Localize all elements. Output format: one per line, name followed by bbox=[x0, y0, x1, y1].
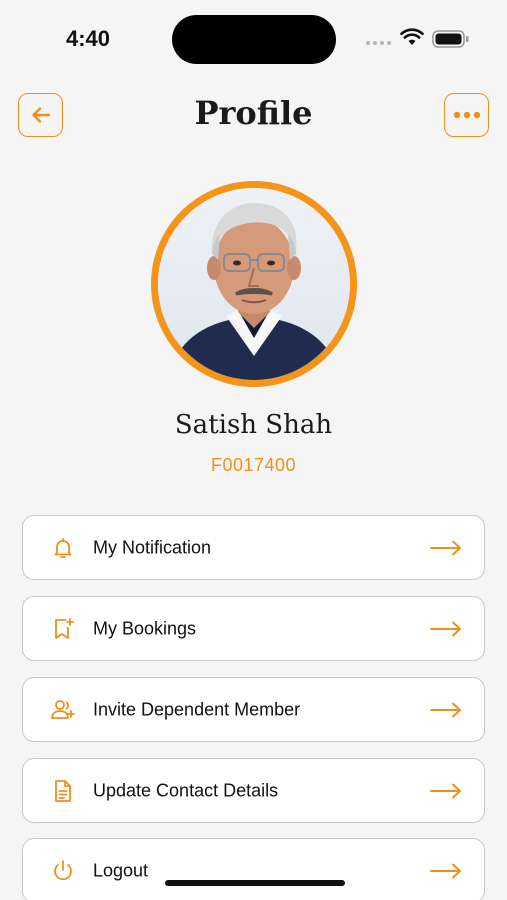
arrow-right-icon bbox=[430, 863, 461, 878]
arrow-right-icon bbox=[430, 783, 461, 798]
profile-photo bbox=[158, 188, 350, 380]
user-add-icon bbox=[50, 697, 76, 723]
arrow-right-icon bbox=[430, 621, 461, 636]
dynamic-island bbox=[172, 15, 336, 64]
arrow-right-icon bbox=[430, 702, 461, 717]
status-time: 4:40 bbox=[66, 26, 111, 51]
power-icon bbox=[50, 858, 76, 884]
menu-item-update-contact-details[interactable]: Update Contact Details bbox=[22, 758, 485, 823]
bell-icon bbox=[50, 535, 76, 561]
menu-item-my-notification[interactable]: My Notification bbox=[22, 515, 485, 580]
menu-item-label: Update Contact Details bbox=[93, 780, 279, 800]
home-indicator[interactable] bbox=[165, 880, 345, 886]
battery-icon bbox=[432, 30, 469, 48]
wifi-icon bbox=[400, 28, 424, 45]
status-bar: 4:40 bbox=[0, 0, 507, 80]
document-icon bbox=[50, 778, 76, 804]
menu-item-label: My Notification bbox=[93, 537, 212, 557]
menu-item-label: My Bookings bbox=[93, 618, 197, 638]
menu-item-invite-dependent-member[interactable]: Invite Dependent Member bbox=[22, 677, 485, 742]
arrow-right-icon bbox=[430, 540, 461, 555]
bookmark-plus-icon bbox=[50, 616, 76, 642]
menu-item-label: Logout bbox=[93, 860, 149, 880]
avatar[interactable] bbox=[151, 181, 357, 387]
user-name: Satish Shah bbox=[174, 410, 333, 440]
cellular-signal-icon bbox=[366, 41, 391, 45]
page-title: Profile bbox=[194, 94, 313, 132]
member-id: F0017400 bbox=[210, 455, 297, 475]
menu-item-my-bookings[interactable]: My Bookings bbox=[22, 596, 485, 661]
more-options-button[interactable] bbox=[444, 93, 489, 137]
more-horizontal-icon bbox=[453, 111, 480, 119]
menu-item-logout[interactable]: Logout bbox=[22, 838, 485, 900]
menu-item-label: Invite Dependent Member bbox=[93, 699, 301, 719]
